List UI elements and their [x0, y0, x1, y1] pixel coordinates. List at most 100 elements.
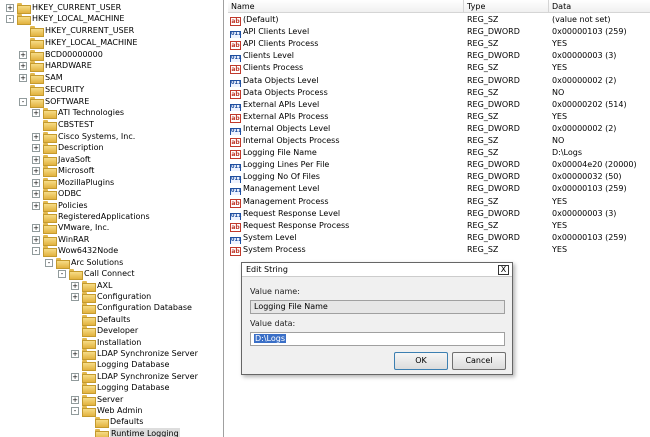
- tree-node[interactable]: + SAM: [19, 72, 63, 84]
- tree-node[interactable]: + LDAP Synchronize Server: [71, 348, 198, 360]
- tree-node[interactable]: + Cisco Systems, Inc.: [32, 131, 135, 143]
- column-header-name[interactable]: Name: [228, 0, 464, 13]
- collapse-icon[interactable]: -: [6, 14, 14, 23]
- folder-icon: [82, 281, 96, 292]
- table-row[interactable]: ab Logging File Name REG_SZ D:\Logs: [228, 147, 650, 160]
- tree-node[interactable]: Configuration Database: [71, 302, 192, 314]
- table-row[interactable]: 011 Data Objects Level REG_DWORD 0x00000002…: [228, 75, 650, 87]
- tree-node-label: HKEY_LOCAL_MACHINE: [45, 38, 138, 47]
- folder-icon: [30, 26, 44, 37]
- table-row[interactable]: 011 Request Response Level REG_DWORD 0x0000…: [228, 208, 650, 220]
- tree-node[interactable]: - Web Admin: [71, 405, 142, 417]
- table-row[interactable]: 011 External APIs Level REG_DWORD 0x0000020…: [228, 99, 650, 111]
- tree-node[interactable]: + HKEY_CURRENT_USER: [6, 2, 121, 14]
- tree-node[interactable]: CBSTEST: [32, 119, 94, 131]
- tree-node[interactable]: - HKEY_LOCAL_MACHINE: [6, 13, 124, 25]
- tree-node[interactable]: + ODBC: [32, 188, 81, 200]
- expand-icon[interactable]: +: [32, 201, 40, 210]
- tree-node[interactable]: + Server: [71, 394, 123, 406]
- folder-icon: [43, 132, 57, 143]
- expand-icon[interactable]: +: [32, 132, 40, 141]
- expand-icon[interactable]: +: [32, 235, 40, 244]
- tree-node[interactable]: Defaults: [71, 314, 130, 326]
- table-row[interactable]: ab API Clients Process REG_SZ YES: [228, 38, 650, 51]
- cancel-button[interactable]: Cancel: [452, 352, 506, 370]
- tree-node[interactable]: HKEY_CURRENT_USER: [19, 25, 134, 37]
- tree-node[interactable]: Logging Database: [71, 359, 169, 371]
- tree-node[interactable]: + MozillaPlugins: [32, 177, 114, 189]
- collapse-icon[interactable]: -: [71, 406, 79, 415]
- expand-icon[interactable]: +: [71, 395, 79, 404]
- table-row[interactable]: ab Internal Objects Process REG_SZ NO: [228, 135, 650, 147]
- tree-node[interactable]: Defaults: [84, 416, 143, 428]
- expand-icon[interactable]: +: [71, 292, 79, 301]
- table-row[interactable]: ab Request Response Process REG_SZ YES: [228, 220, 650, 232]
- expand-icon[interactable]: +: [32, 155, 40, 164]
- table-row[interactable]: ab External APIs Process REG_SZ YES: [228, 111, 650, 123]
- registry-tree-pane[interactable]: + HKEY_CURRENT_USER - HKEY_LOCAL_MACHINE HKE…: [0, 0, 224, 437]
- tree-node[interactable]: HKEY_LOCAL_MACHINE: [19, 37, 138, 49]
- expand-icon[interactable]: +: [32, 189, 40, 198]
- expand-icon[interactable]: +: [32, 166, 40, 175]
- tree-node[interactable]: + BCD00000000: [19, 49, 103, 61]
- collapse-icon[interactable]: -: [58, 269, 66, 278]
- close-button[interactable]: X: [498, 265, 509, 275]
- tree-node[interactable]: - Wow6432Node: [32, 245, 118, 257]
- value-data-cell: YES: [552, 196, 568, 206]
- expand-icon[interactable]: +: [32, 178, 40, 187]
- tree-node[interactable]: - SOFTWARE: [19, 96, 89, 108]
- tree-node[interactable]: Logging Database: [71, 382, 169, 394]
- folder-icon: [82, 395, 96, 406]
- expand-icon[interactable]: +: [32, 108, 40, 117]
- expand-icon[interactable]: +: [32, 223, 40, 232]
- tree-node[interactable]: + Microsoft: [32, 165, 94, 177]
- expand-icon[interactable]: +: [19, 50, 27, 59]
- table-row[interactable]: 011 API Clients Level REG_DWORD 0x00000103 …: [228, 26, 650, 39]
- expand-icon[interactable]: +: [71, 372, 79, 381]
- folder-icon: [43, 155, 57, 166]
- table-row[interactable]: ab Data Objects Process REG_SZ NO: [228, 87, 650, 99]
- tree-node[interactable]: Installation: [71, 337, 141, 349]
- table-row[interactable]: ab Management Process REG_SZ YES: [228, 196, 650, 208]
- table-row[interactable]: ab Clients Process REG_SZ YES: [228, 62, 650, 75]
- tree-node[interactable]: - Call Connect: [58, 268, 135, 280]
- table-row[interactable]: 011 Logging Lines Per File REG_DWORD 0x0000…: [228, 159, 650, 172]
- expand-icon[interactable]: +: [6, 3, 14, 12]
- collapse-icon[interactable]: -: [19, 97, 27, 106]
- table-row[interactable]: 011 Management Level REG_DWORD 0x00000103 (…: [228, 183, 650, 196]
- table-row[interactable]: ab (Default) REG_SZ (value not set): [228, 14, 650, 26]
- expand-icon[interactable]: +: [19, 61, 27, 70]
- column-header-type[interactable]: Type: [464, 0, 549, 13]
- tree-node[interactable]: + JavaSoft: [32, 154, 91, 166]
- table-row[interactable]: 011 Internal Objects Level REG_DWORD 0x0000…: [228, 123, 650, 135]
- tree-node[interactable]: + AXL: [71, 280, 112, 292]
- tree-node[interactable]: + Description: [32, 142, 104, 154]
- tree-node[interactable]: + ATI Technologies: [32, 107, 124, 119]
- collapse-icon[interactable]: -: [45, 258, 53, 267]
- tree-node[interactable]: + VMware, Inc.: [32, 222, 109, 234]
- value-data-input[interactable]: D:\Logs: [250, 332, 505, 346]
- expand-icon[interactable]: +: [19, 73, 27, 82]
- tree-node[interactable]: + WinRAR: [32, 234, 89, 246]
- tree-node[interactable]: Runtime Logging: [84, 428, 180, 437]
- expand-icon[interactable]: +: [32, 143, 40, 152]
- collapse-icon[interactable]: -: [32, 246, 40, 255]
- tree-node[interactable]: - Arc Solutions: [45, 257, 123, 269]
- tree-node[interactable]: + LDAP Synchronize Server: [71, 371, 198, 383]
- tree-node[interactable]: RegisteredApplications: [32, 211, 150, 223]
- value-type-cell: REG_SZ: [467, 136, 499, 145]
- tree-node[interactable]: SECURITY: [19, 84, 84, 96]
- table-row[interactable]: 011 Clients Level REG_DWORD 0x00000003 (3): [228, 50, 650, 63]
- table-row[interactable]: ab System Process REG_SZ YES: [228, 244, 650, 256]
- tree-node[interactable]: Developer: [71, 325, 138, 337]
- expand-icon[interactable]: +: [71, 281, 79, 290]
- tree-node[interactable]: + Policies: [32, 200, 88, 212]
- ok-button[interactable]: OK: [394, 352, 448, 370]
- dialog-title-bar[interactable]: Edit String X: [242, 263, 512, 277]
- table-row[interactable]: 011 Logging No Of Files REG_DWORD 0x0000003…: [228, 171, 650, 184]
- table-row[interactable]: 011 System Level REG_DWORD 0x00000103 (259): [228, 232, 650, 244]
- column-header-data[interactable]: Data: [549, 0, 650, 13]
- expand-icon[interactable]: +: [71, 349, 79, 358]
- tree-node[interactable]: + Configuration: [71, 291, 151, 303]
- tree-node[interactable]: + HARDWARE: [19, 60, 92, 72]
